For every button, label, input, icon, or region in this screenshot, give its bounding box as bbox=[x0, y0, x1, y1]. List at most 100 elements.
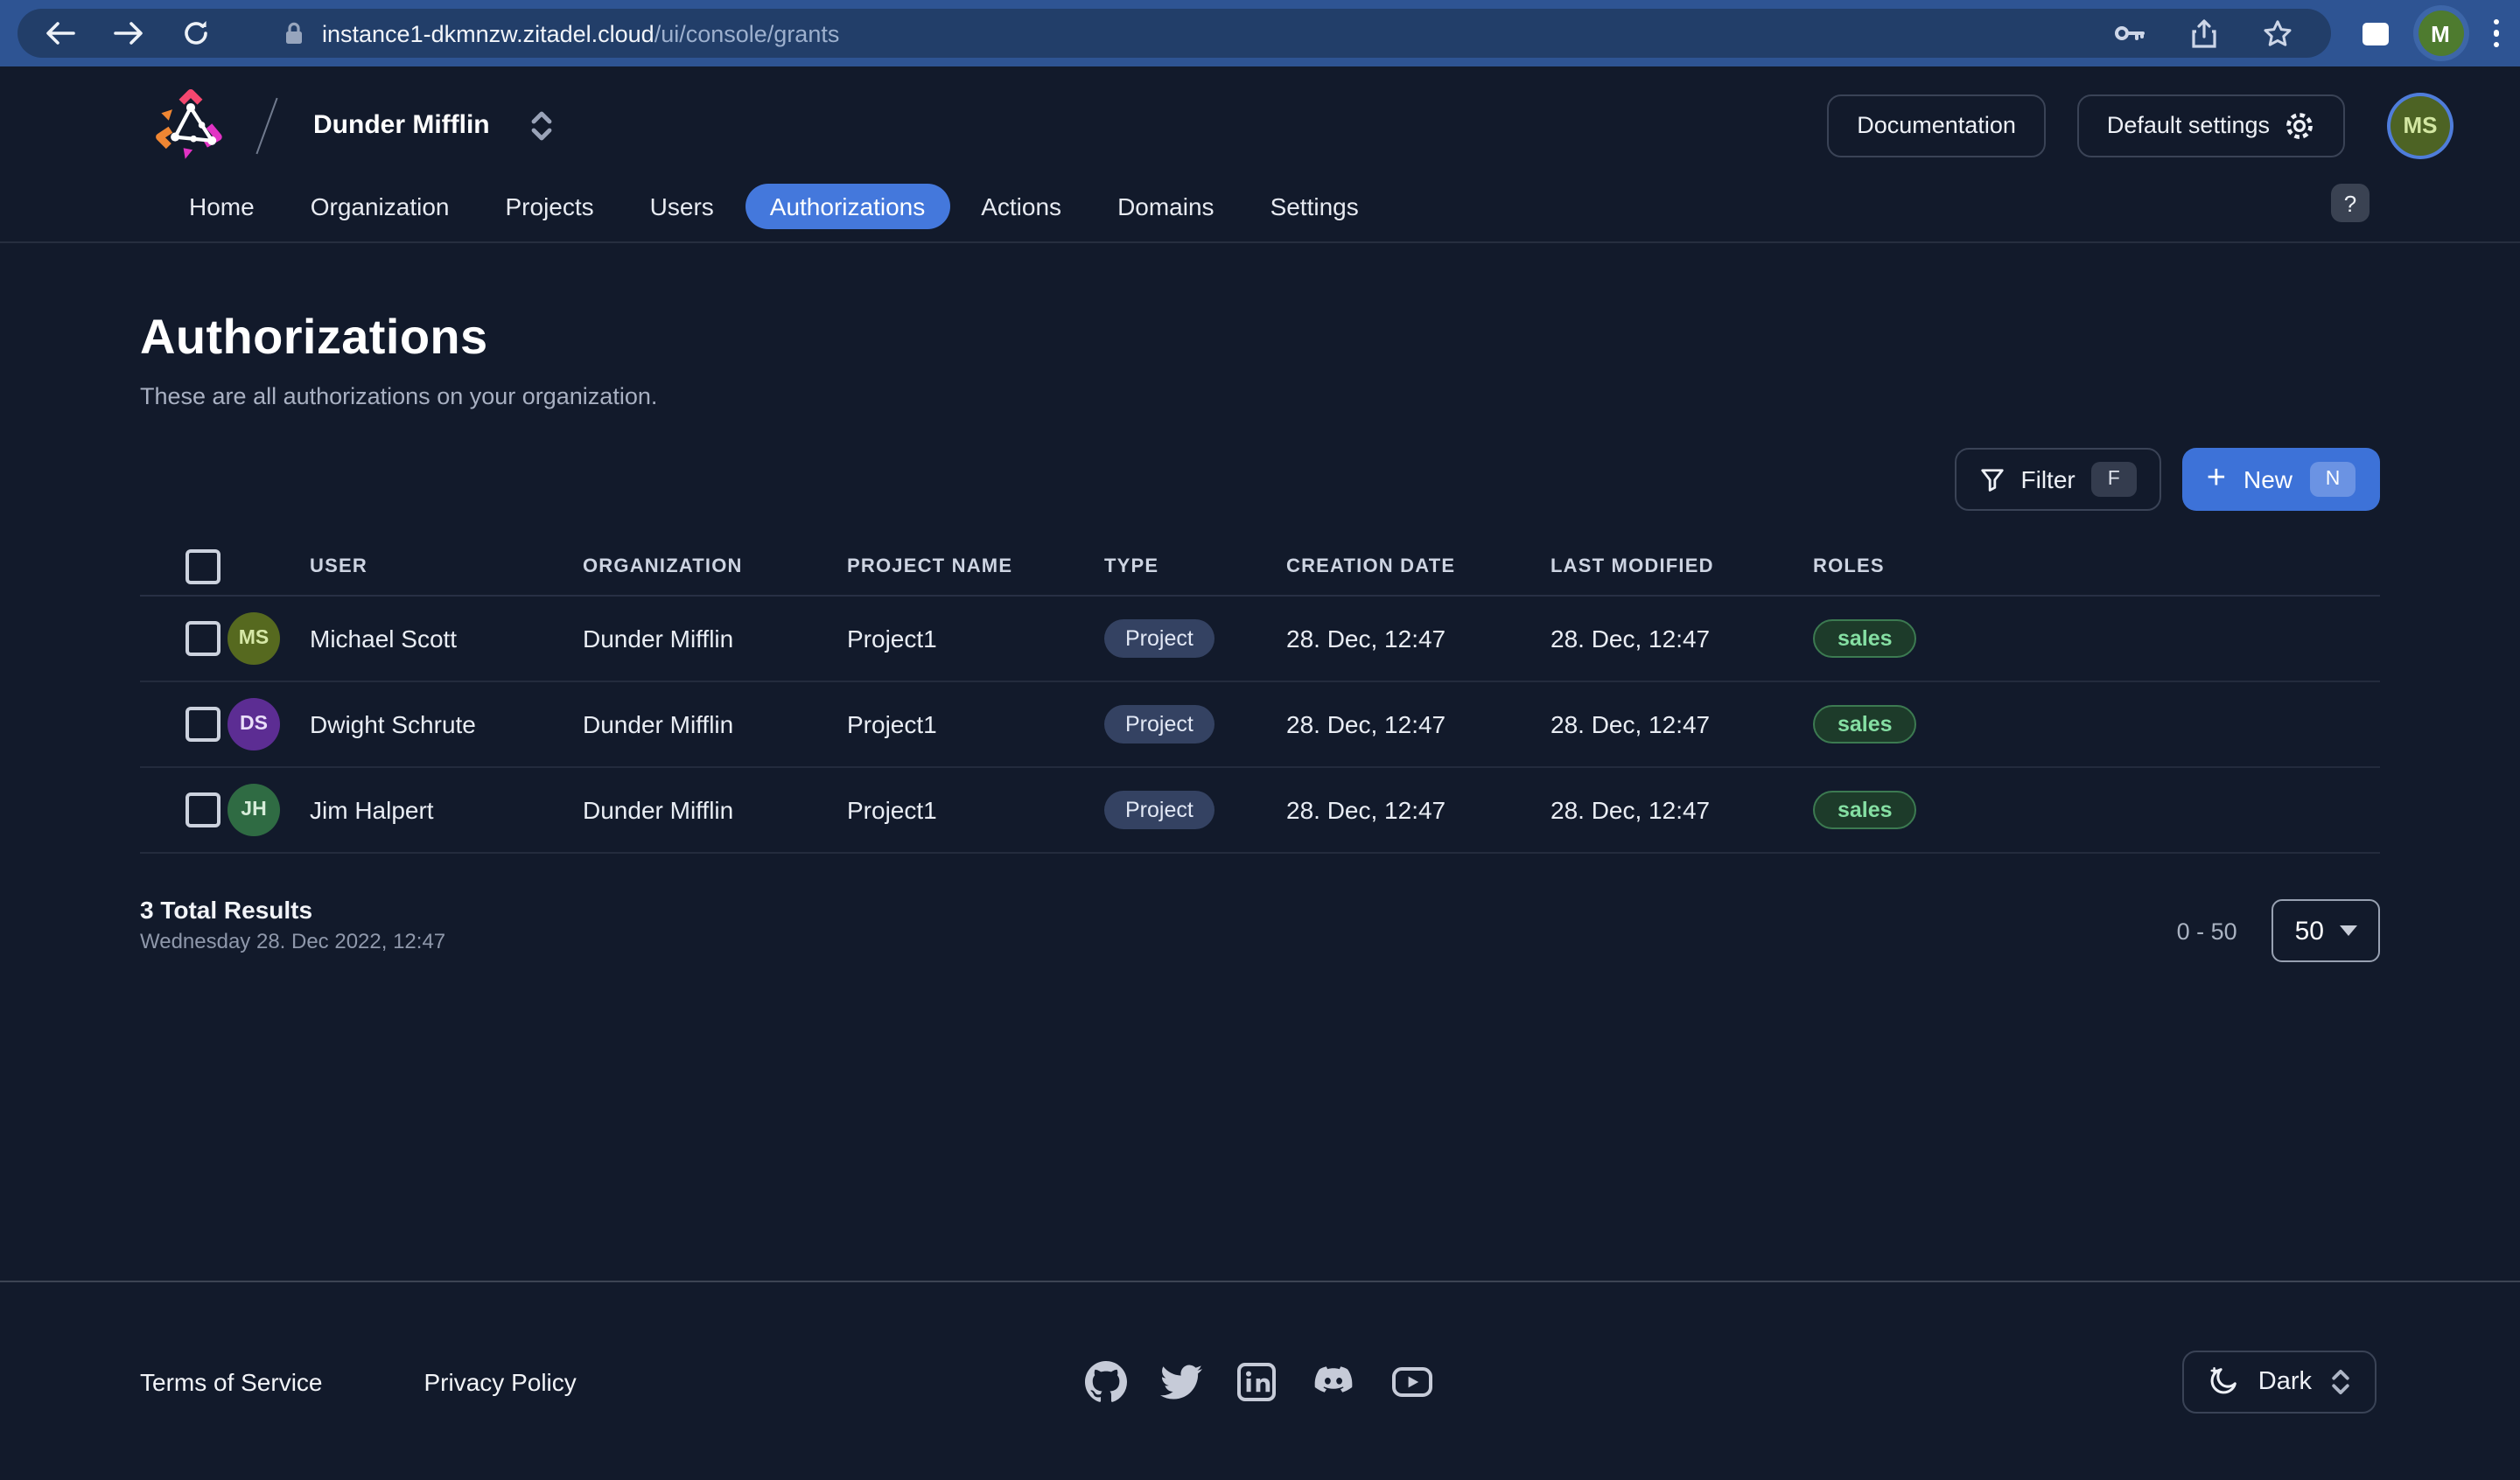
row-checkbox[interactable] bbox=[186, 792, 220, 827]
side-panel-icon[interactable] bbox=[2362, 22, 2388, 45]
gear-icon bbox=[2284, 109, 2315, 141]
theme-label: Dark bbox=[2258, 1367, 2312, 1395]
row-avatar: DS bbox=[228, 698, 280, 750]
nav-item-domains[interactable]: Domains bbox=[1093, 184, 1239, 229]
help-button[interactable]: ? bbox=[2331, 184, 2370, 222]
nav-item-authorizations[interactable]: Authorizations bbox=[746, 184, 949, 229]
theme-switcher-icon bbox=[2329, 1367, 2352, 1395]
footer: Terms of Service Privacy Policy bbox=[0, 1281, 2520, 1480]
theme-select[interactable]: Dark bbox=[2183, 1350, 2376, 1413]
new-button[interactable]: + New N bbox=[2182, 448, 2380, 511]
main-content: Authorizations These are all authorizati… bbox=[0, 310, 2520, 962]
privacy-policy-link[interactable]: Privacy Policy bbox=[424, 1367, 577, 1395]
user-avatar[interactable]: MS bbox=[2390, 95, 2450, 155]
table-toolbar: Filter F + New N bbox=[140, 448, 2380, 511]
cell-user: Michael Scott bbox=[310, 625, 583, 653]
nav-item-settings[interactable]: Settings bbox=[1246, 184, 1383, 229]
column-header-project-name: PROJECT NAME bbox=[847, 556, 1104, 577]
authorizations-table: USER ORGANIZATION PROJECT NAME TYPE CREA… bbox=[140, 539, 2380, 854]
column-header-organization: ORGANIZATION bbox=[583, 556, 847, 577]
role-badge: sales bbox=[1813, 619, 1917, 658]
zitadel-logo-icon[interactable] bbox=[154, 88, 228, 162]
row-checkbox[interactable] bbox=[186, 707, 220, 742]
nav-item-organization[interactable]: Organization bbox=[286, 184, 474, 229]
column-header-roles: ROLES bbox=[1813, 556, 2380, 577]
page-size-value: 50 bbox=[2295, 916, 2324, 946]
url-path: /ui/console/grants bbox=[654, 20, 840, 46]
cell-last-modified: 28. Dec, 12:47 bbox=[1550, 796, 1813, 824]
lock-icon[interactable] bbox=[284, 21, 304, 45]
cell-last-modified: 28. Dec, 12:47 bbox=[1550, 625, 1813, 653]
bookmark-star-icon[interactable] bbox=[2263, 19, 2292, 47]
url-host: instance1-dkmnzw.zitadel.cloud bbox=[322, 20, 654, 46]
password-key-icon[interactable] bbox=[2114, 23, 2146, 44]
cell-organization: Dunder Mifflin bbox=[583, 625, 847, 653]
moon-icon bbox=[2208, 1365, 2241, 1398]
page-title: Authorizations bbox=[140, 310, 2380, 366]
type-badge: Project bbox=[1104, 619, 1214, 658]
twitter-icon[interactable] bbox=[1160, 1360, 1202, 1402]
org-name: Dunder Mifflin bbox=[313, 110, 490, 140]
documentation-label: Documentation bbox=[1857, 112, 2016, 138]
column-header-creation-date: CREATION DATE bbox=[1286, 556, 1550, 577]
table-row[interactable]: MS Michael Scott Dunder Mifflin Project1… bbox=[140, 597, 2380, 682]
type-badge: Project bbox=[1104, 791, 1214, 829]
nav-item-users[interactable]: Users bbox=[626, 184, 738, 229]
cell-project-name: Project1 bbox=[847, 796, 1104, 824]
cell-user: Dwight Schrute bbox=[310, 710, 583, 738]
default-settings-button[interactable]: Default settings bbox=[2077, 94, 2345, 157]
screen: instance1-dkmnzw.zitadel.cloud/ui/consol… bbox=[0, 0, 2520, 1480]
cell-organization: Dunder Mifflin bbox=[583, 796, 847, 824]
type-badge: Project bbox=[1104, 705, 1214, 743]
page-range: 0 - 50 bbox=[2177, 918, 2237, 944]
browser-forward-button[interactable] bbox=[114, 21, 144, 45]
browser-menu-icon[interactable] bbox=[2493, 19, 2499, 48]
new-label: New bbox=[2244, 465, 2292, 493]
documentation-button[interactable]: Documentation bbox=[1827, 94, 2046, 157]
default-settings-label: Default settings bbox=[2107, 112, 2270, 138]
browser-reload-button[interactable] bbox=[182, 19, 210, 47]
total-results: 3 Total Results bbox=[140, 896, 445, 924]
github-icon[interactable] bbox=[1085, 1360, 1127, 1402]
cell-creation-date: 28. Dec, 12:47 bbox=[1286, 710, 1550, 738]
table-row[interactable]: JH Jim Halpert Dunder Mifflin Project1 P… bbox=[140, 768, 2380, 854]
role-badge: sales bbox=[1813, 791, 1917, 829]
cell-organization: Dunder Mifflin bbox=[583, 710, 847, 738]
linkedin-icon[interactable] bbox=[1236, 1360, 1278, 1402]
url-bar[interactable]: instance1-dkmnzw.zitadel.cloud/ui/consol… bbox=[322, 20, 839, 46]
plus-icon: + bbox=[2207, 461, 2226, 494]
new-shortcut-badge: N bbox=[2310, 462, 2356, 497]
share-icon[interactable] bbox=[2191, 18, 2217, 48]
social-links bbox=[1085, 1360, 1435, 1402]
row-avatar: MS bbox=[228, 612, 280, 665]
chevron-down-icon bbox=[2340, 925, 2357, 936]
column-header-last-modified: LAST MODIFIED bbox=[1550, 556, 1813, 577]
browser-omnibox-zone: instance1-dkmnzw.zitadel.cloud/ui/consol… bbox=[18, 9, 2331, 58]
nav-item-home[interactable]: Home bbox=[164, 184, 279, 229]
table-header-row: USER ORGANIZATION PROJECT NAME TYPE CREA… bbox=[140, 539, 2380, 597]
results-timestamp: Wednesday 28. Dec 2022, 12:47 bbox=[140, 929, 445, 953]
cell-project-name: Project1 bbox=[847, 710, 1104, 738]
app-header: Dunder Mifflin Documentation Default set… bbox=[0, 66, 2520, 184]
cell-user: Jim Halpert bbox=[310, 796, 583, 824]
nav-item-projects[interactable]: Projects bbox=[481, 184, 619, 229]
cell-project-name: Project1 bbox=[847, 625, 1104, 653]
browser-profile-avatar[interactable]: M bbox=[2418, 10, 2463, 56]
cell-creation-date: 28. Dec, 12:47 bbox=[1286, 625, 1550, 653]
browser-back-button[interactable] bbox=[46, 21, 75, 45]
filter-button[interactable]: Filter F bbox=[1955, 448, 2161, 511]
page-subtitle: These are all authorizations on your org… bbox=[140, 383, 2380, 409]
nav-item-actions[interactable]: Actions bbox=[956, 184, 1086, 229]
discord-icon[interactable] bbox=[1311, 1360, 1356, 1402]
org-switcher-icon[interactable] bbox=[528, 109, 555, 141]
main-nav: Home Organization Projects Users Authori… bbox=[0, 184, 2520, 243]
breadcrumb-separator bbox=[256, 97, 277, 154]
terms-of-service-link[interactable]: Terms of Service bbox=[140, 1367, 323, 1395]
youtube-icon[interactable] bbox=[1390, 1360, 1435, 1402]
select-all-checkbox[interactable] bbox=[186, 549, 220, 584]
page-size-select[interactable]: 50 bbox=[2272, 899, 2380, 962]
row-checkbox[interactable] bbox=[186, 621, 220, 656]
column-header-user: USER bbox=[310, 556, 583, 577]
table-row[interactable]: DS Dwight Schrute Dunder Mifflin Project… bbox=[140, 682, 2380, 768]
pagination: 3 Total Results Wednesday 28. Dec 2022, … bbox=[140, 896, 2380, 962]
